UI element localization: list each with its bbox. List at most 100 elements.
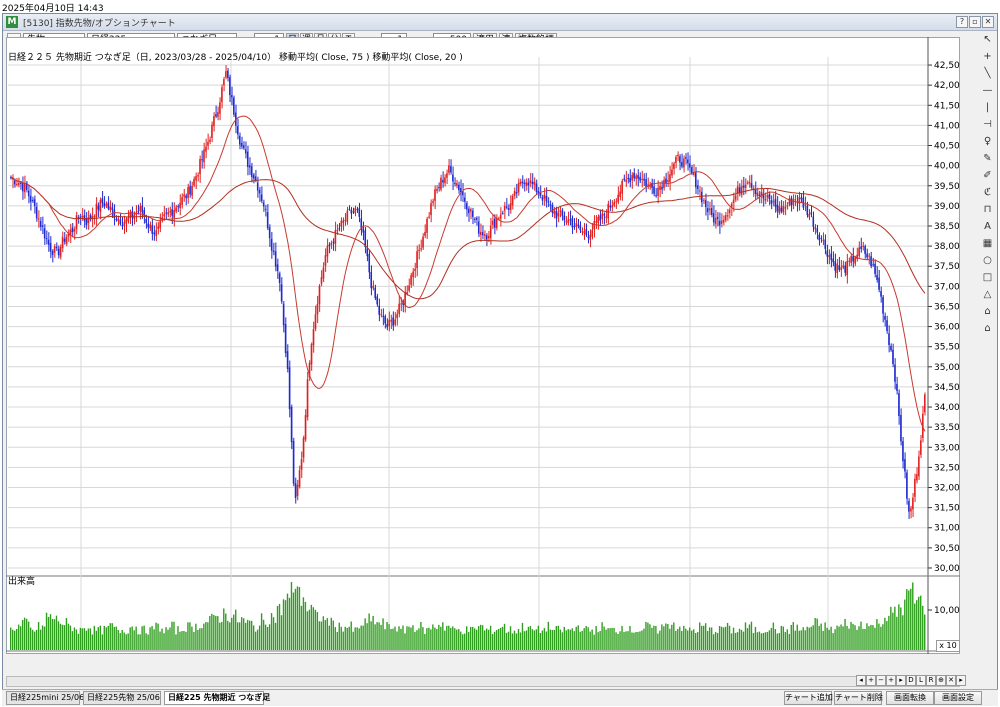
volume-bar — [314, 609, 317, 650]
candle-up — [334, 230, 337, 245]
bottom-action-button[interactable]: 画面転換 — [886, 691, 934, 705]
chart-nav-button[interactable]: R — [926, 675, 936, 686]
drawing-tool-icon[interactable]: ✎ — [980, 151, 995, 166]
chart-nav-button[interactable]: D — [906, 675, 916, 686]
volume-bar — [681, 630, 683, 650]
drawing-tool-icon[interactable]: □ — [980, 270, 995, 285]
y-tick-label: 34,500 — [934, 383, 960, 393]
bottom-action-button[interactable]: 画面設定 — [934, 691, 982, 705]
volume-bar — [296, 586, 299, 650]
candle-down — [111, 207, 114, 210]
chart-tab[interactable]: 日経225先物 25/06 — [83, 691, 161, 705]
drawing-tool-icon[interactable]: A — [980, 219, 995, 234]
restore-button[interactable]: ▫ — [969, 16, 981, 28]
drawing-tool-icon[interactable]: + — [980, 49, 995, 64]
chart-nav-button[interactable]: ⊕ — [936, 675, 946, 686]
candle-down — [438, 187, 440, 189]
chart-nav-button[interactable]: ◂ — [856, 675, 866, 686]
volume-bar — [89, 628, 92, 650]
candle-down — [824, 239, 827, 249]
volume-bar — [872, 625, 874, 650]
chart-nav-button[interactable]: ✕ — [946, 675, 956, 686]
candle-up — [916, 474, 918, 481]
volume-bar — [107, 625, 109, 650]
bottom-action-button[interactable]: チャート追加 — [784, 691, 833, 705]
candle-up — [848, 260, 850, 262]
y-tick-label: 30,000 — [934, 564, 960, 574]
volume-bar — [312, 607, 315, 650]
candle-down — [262, 202, 265, 207]
drawing-tool-icon[interactable]: ⊓ — [980, 202, 995, 217]
drawing-tool-icon[interactable]: — — [980, 83, 995, 98]
drawing-tool-icon[interactable]: ⌂ — [980, 304, 995, 319]
candle-up — [491, 220, 494, 225]
volume-bar — [497, 628, 500, 650]
volume-bar — [185, 631, 187, 650]
drawing-tool-icon[interactable]: ℭ — [980, 185, 995, 200]
drawing-tool-icon[interactable]: ╲ — [980, 66, 995, 81]
drawing-tool-icon[interactable]: ⌂ — [980, 321, 995, 336]
drawing-tool-icon[interactable]: ↖ — [980, 32, 995, 47]
candle-up — [380, 314, 382, 316]
candle-down — [900, 414, 902, 442]
drawing-tool-icon[interactable]: | — [980, 100, 995, 115]
candle-down — [103, 202, 106, 207]
candle-down — [704, 200, 707, 208]
volume-bar — [858, 626, 860, 650]
volume-bar — [533, 630, 536, 650]
volume-bar — [428, 627, 430, 650]
candle-down — [468, 208, 470, 214]
candle-down — [695, 172, 697, 188]
candle-up — [316, 303, 319, 315]
volume-bar — [177, 626, 179, 650]
volume-bar — [199, 628, 201, 650]
candle-down — [687, 159, 689, 164]
volume-bar — [244, 622, 247, 650]
horizontal-scrollbar[interactable] — [6, 676, 960, 687]
volume-bar — [254, 631, 257, 650]
candle-up — [659, 186, 661, 191]
volume-bar — [49, 614, 52, 650]
volume-bar — [119, 633, 121, 650]
candle-up — [828, 255, 831, 258]
chart-nav-button[interactable]: − — [876, 675, 886, 686]
chart-nav-button[interactable]: ▸ — [956, 675, 966, 686]
drawing-tool-icon[interactable]: ▦ — [980, 236, 995, 251]
candle-down — [551, 205, 554, 213]
candle-up — [223, 79, 225, 86]
drawing-tool-icon[interactable]: ○ — [980, 253, 995, 268]
volume-bar — [197, 630, 199, 650]
help-button[interactable]: ? — [956, 16, 968, 28]
volume-bar — [571, 628, 573, 650]
candle-up — [446, 173, 448, 178]
chart-nav-button[interactable]: + — [886, 675, 896, 686]
candle-down — [770, 200, 773, 204]
candle-up — [625, 179, 627, 182]
y-tick-label: 30,500 — [934, 544, 960, 554]
drawing-tool-icon[interactable]: ♀ — [980, 134, 995, 149]
close-button[interactable]: ✕ — [982, 16, 994, 28]
candle-down — [505, 206, 508, 208]
chart-tab[interactable]: 日経225 先物期近 つなぎ足 — [164, 691, 270, 705]
candle-up — [698, 190, 701, 192]
y-tick-label: 32,500 — [934, 463, 960, 473]
drawing-tool-icon[interactable]: ✐ — [980, 168, 995, 183]
chart-nav-button[interactable]: ▸ — [896, 675, 906, 686]
chart-tab[interactable]: 日経225mini 25/06 — [6, 691, 84, 705]
volume-bar — [390, 628, 392, 650]
candle-up — [336, 229, 339, 231]
price-chart[interactable]: 42,500 42,000 41,500 41,000 40,500 40,000 39,5… — [6, 37, 960, 654]
candle-down — [21, 183, 24, 192]
chart-nav-button[interactable]: L — [916, 675, 926, 686]
candle-down — [107, 202, 110, 209]
volume-bar — [460, 631, 462, 650]
volume-bar — [270, 613, 273, 650]
volume-bar — [175, 634, 177, 650]
chart-nav-button[interactable]: + — [866, 675, 876, 686]
candle-down — [758, 194, 761, 196]
candle-up — [671, 169, 673, 176]
volume-bar — [904, 599, 906, 650]
drawing-tool-icon[interactable]: △ — [980, 287, 995, 302]
drawing-tool-icon[interactable]: ⊣ — [980, 117, 995, 132]
bottom-action-button[interactable]: チャート削除 — [834, 691, 883, 705]
